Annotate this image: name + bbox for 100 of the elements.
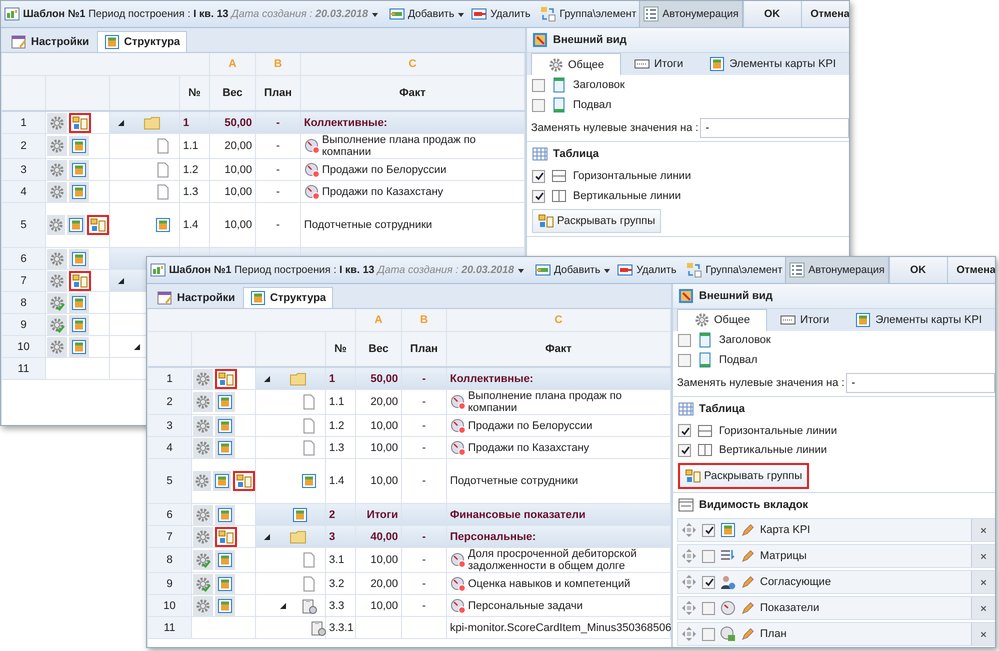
card-button[interactable]: [69, 160, 89, 180]
settings-button[interactable]: [47, 136, 67, 156]
checkbox[interactable]: [678, 354, 691, 367]
expand-groups-button[interactable]: Раскрывать группы: [678, 463, 810, 490]
settings-button[interactable]: [193, 438, 213, 458]
group-button[interactable]: [69, 112, 91, 132]
checkbox[interactable]: [702, 524, 715, 536]
card-button[interactable]: [69, 182, 89, 202]
toolbar-button[interactable]: Группа\элемент: [537, 1, 640, 27]
settings-button[interactable]: [193, 574, 213, 594]
checkbox[interactable]: [678, 424, 691, 438]
toolbar-button[interactable]: Группа\элемент: [683, 257, 786, 283]
card-button[interactable]: [69, 336, 89, 356]
card-button[interactable]: [215, 504, 235, 524]
settings-button[interactable]: [193, 416, 213, 436]
remove-button[interactable]: [971, 623, 995, 645]
card-button[interactable]: [69, 292, 89, 312]
caret-icon[interactable]: [117, 118, 125, 126]
dialog-button[interactable]: OK: [888, 257, 947, 283]
checkbox[interactable]: [532, 170, 545, 182]
checkbox[interactable]: [532, 98, 545, 112]
caret-icon[interactable]: [263, 374, 271, 382]
settings-button[interactable]: [193, 471, 211, 491]
settings-button[interactable]: [47, 314, 67, 334]
card-button[interactable]: [215, 416, 235, 436]
settings-button[interactable]: [47, 336, 67, 356]
header-cell[interactable]: Факт: [447, 332, 671, 366]
tab[interactable]: Общее: [677, 308, 767, 331]
tab[interactable]: Итоги: [767, 308, 842, 331]
remove-button[interactable]: [971, 519, 995, 541]
group-button[interactable]: [69, 270, 91, 290]
card-button[interactable]: [67, 215, 85, 235]
header-cell[interactable]: Вес: [210, 76, 256, 110]
toolbar-button[interactable]: Автонумерация: [785, 257, 889, 283]
checkbox[interactable]: [532, 78, 545, 92]
tab[interactable]: Общее: [531, 53, 621, 75]
tab[interactable]: Элементы карты KPI: [696, 53, 849, 75]
card-button[interactable]: [215, 550, 235, 570]
card-button[interactable]: [215, 392, 235, 412]
toolbar-button[interactable]: Автонумерация: [639, 1, 743, 27]
toolbar-button[interactable]: Добавить: [386, 1, 468, 27]
tab[interactable]: Структура: [97, 31, 188, 52]
table-cell: 40,00: [356, 526, 402, 547]
settings-button[interactable]: [47, 215, 65, 235]
settings-button[interactable]: [47, 292, 67, 312]
group-button[interactable]: [215, 368, 237, 388]
remove-button[interactable]: [971, 545, 995, 567]
settings-button[interactable]: [193, 392, 213, 412]
header-cell[interactable]: План: [256, 76, 301, 110]
settings-button[interactable]: [47, 160, 67, 180]
settings-button[interactable]: [193, 550, 213, 570]
group-button[interactable]: [215, 526, 237, 546]
settings-button[interactable]: [47, 270, 67, 290]
tab[interactable]: Итоги: [621, 53, 696, 75]
settings-button[interactable]: [47, 182, 67, 202]
input-field[interactable]: -: [700, 118, 849, 138]
toolbar-button[interactable]: Удалить: [614, 257, 680, 283]
settings-button[interactable]: [193, 504, 213, 524]
header-cell[interactable]: №: [326, 332, 356, 366]
caret-icon[interactable]: [279, 602, 287, 610]
checkbox[interactable]: [532, 190, 545, 202]
checkbox[interactable]: [702, 576, 715, 588]
settings-button[interactable]: [47, 248, 67, 268]
dialog-button[interactable]: OK: [742, 1, 801, 27]
caret-icon[interactable]: [117, 276, 125, 284]
card-button[interactable]: [215, 438, 235, 458]
header-cell[interactable]: Вес: [356, 332, 402, 366]
checkbox[interactable]: [702, 550, 715, 562]
expand-groups-button[interactable]: Раскрывать группы: [532, 209, 662, 233]
settings-button[interactable]: [193, 368, 213, 388]
checkbox[interactable]: [678, 444, 691, 457]
header-cell[interactable]: Факт: [301, 76, 525, 110]
tab[interactable]: Структура: [243, 287, 334, 308]
toolbar-button[interactable]: Удалить: [468, 1, 534, 27]
tab[interactable]: Настройки: [151, 287, 242, 308]
table-cell: 10,00: [210, 203, 256, 247]
settings-button[interactable]: [47, 112, 67, 132]
checkbox[interactable]: [702, 628, 715, 640]
checkbox[interactable]: [702, 602, 715, 614]
remove-button[interactable]: [971, 571, 995, 593]
input-field[interactable]: -: [846, 373, 995, 393]
header-cell[interactable]: План: [402, 332, 447, 366]
card-button[interactable]: [69, 136, 89, 156]
caret-icon[interactable]: [263, 532, 271, 540]
group-button[interactable]: [87, 215, 109, 235]
card-button[interactable]: [69, 314, 89, 334]
checkbox[interactable]: [678, 334, 691, 347]
card-button[interactable]: [215, 574, 235, 594]
card-button[interactable]: [69, 248, 89, 268]
caret-icon[interactable]: [133, 342, 141, 350]
tab[interactable]: Элементы карты KPI: [842, 308, 995, 331]
remove-button[interactable]: [971, 597, 995, 619]
group-button[interactable]: [233, 471, 255, 491]
card-button[interactable]: [215, 596, 235, 616]
settings-button[interactable]: [193, 596, 213, 616]
header-cell[interactable]: №: [180, 76, 210, 110]
card-button[interactable]: [213, 471, 231, 491]
settings-button[interactable]: [193, 526, 213, 546]
tab[interactable]: Настройки: [5, 31, 96, 52]
toolbar-button[interactable]: Добавить: [532, 257, 614, 283]
